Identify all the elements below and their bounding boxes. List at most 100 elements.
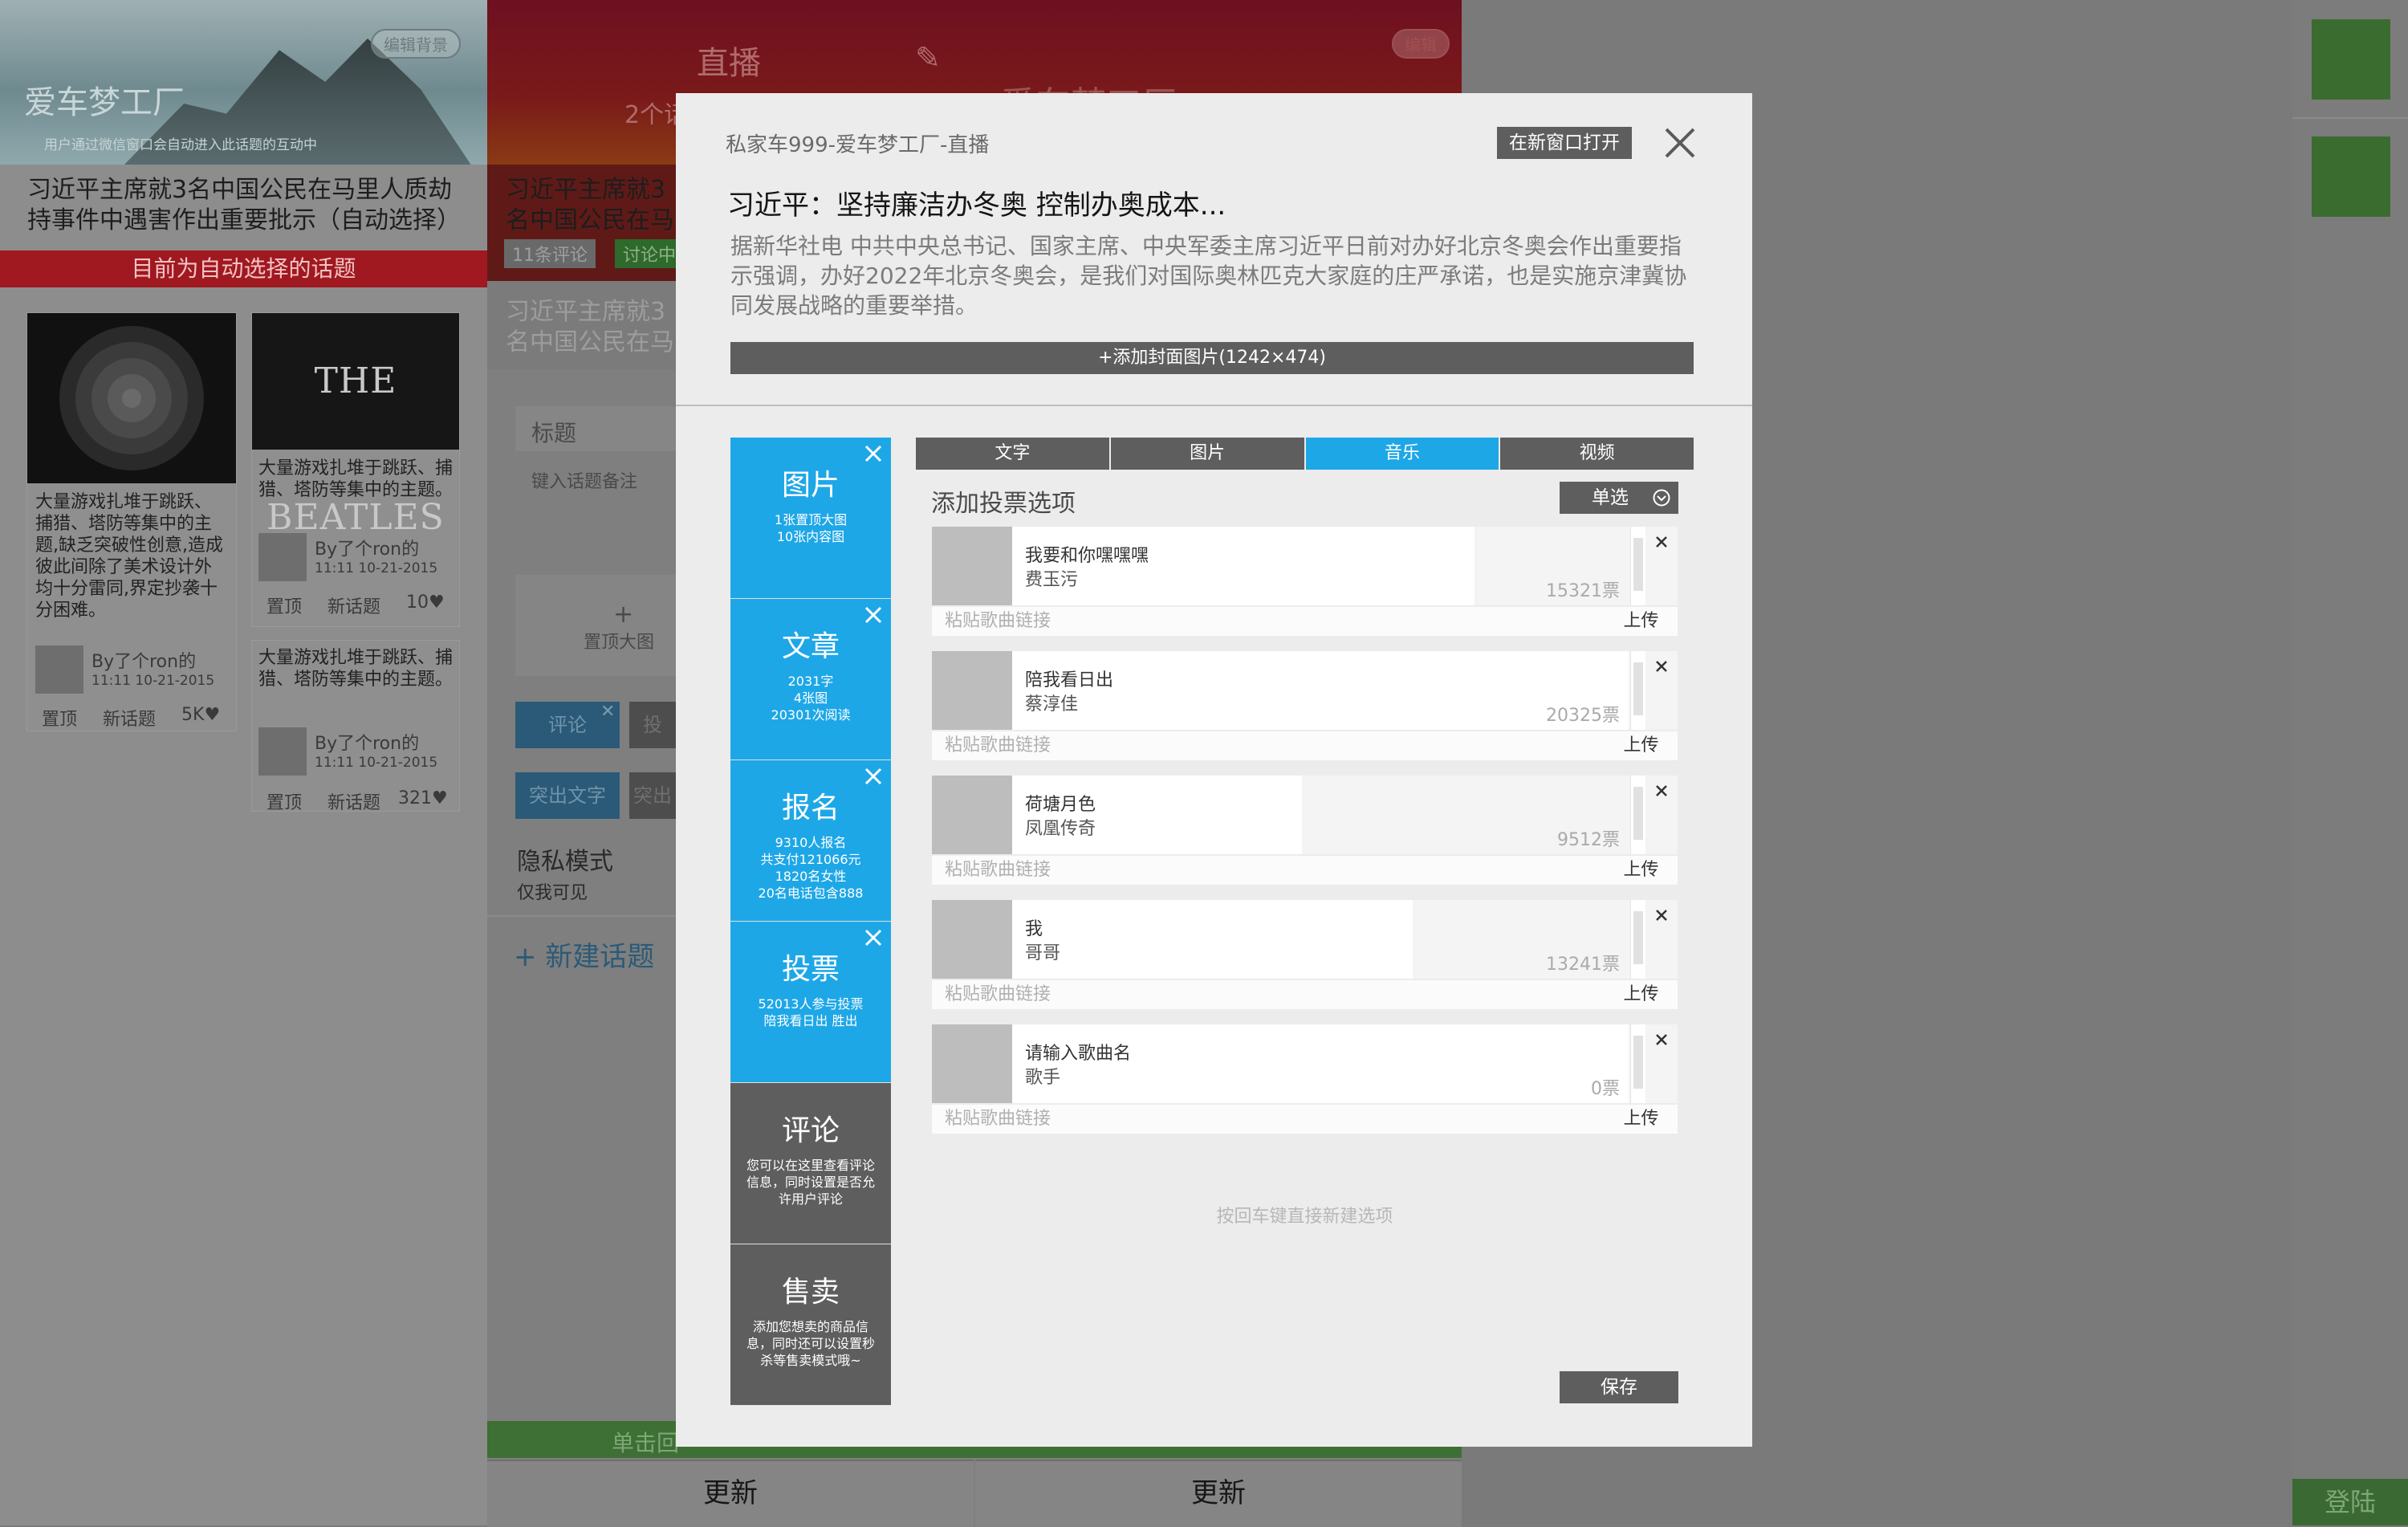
scrollbar-thumb[interactable] bbox=[1633, 1036, 1643, 1089]
scrollbar[interactable] bbox=[1630, 527, 1645, 605]
right-sidebar bbox=[2292, 0, 2408, 1525]
new-topic-button[interactable]: 新话题 bbox=[327, 788, 380, 814]
upload-button[interactable]: 上传 bbox=[1605, 731, 1678, 760]
side-item-vote[interactable]: 投票 52013人参与投票 陪我看日出 胜出 bbox=[730, 922, 891, 1083]
artist-input[interactable]: 哥哥 bbox=[1025, 939, 1060, 964]
song-cover[interactable] bbox=[932, 651, 1012, 730]
artist-input[interactable]: 歌手 bbox=[1025, 1063, 1060, 1089]
song-name-input[interactable]: 荷塘月色 bbox=[1025, 790, 1096, 816]
vote-option[interactable]: 我哥哥 13241票 粘贴歌曲链接 上传 bbox=[932, 900, 1678, 1012]
song-link-input[interactable]: 粘贴歌曲链接 bbox=[932, 607, 1614, 636]
close-icon[interactable]: ✕ bbox=[600, 702, 615, 722]
new-topic-button[interactable]: 新话题 bbox=[103, 705, 156, 731]
song-link-input[interactable]: 粘贴歌曲链接 bbox=[932, 731, 1614, 760]
scrollbar[interactable] bbox=[1630, 651, 1645, 730]
remark-input[interactable]: 键入话题备注 bbox=[531, 467, 637, 493]
add-cover-button[interactable]: +添加封面图片(1242×474) bbox=[730, 342, 1694, 374]
sidebar-block[interactable] bbox=[2312, 136, 2390, 217]
close-icon[interactable] bbox=[1651, 531, 1672, 552]
update-button[interactable]: 更新 bbox=[975, 1460, 1462, 1527]
side-item-images[interactable]: 图片 1张置顶大图 10张内容图 bbox=[730, 438, 891, 599]
side-item-desc: 您可以在这里查看评论信息，同时设置是否允许用户评论 bbox=[746, 1158, 875, 1207]
scrollbar-thumb[interactable] bbox=[1633, 538, 1643, 591]
song-name-input[interactable]: 请输入歌曲名 bbox=[1025, 1039, 1131, 1065]
song-link-input[interactable]: 粘贴歌曲链接 bbox=[932, 856, 1614, 885]
song-cover[interactable] bbox=[932, 776, 1012, 854]
pencil-icon[interactable]: ✎ bbox=[915, 40, 941, 75]
side-item-signup[interactable]: 报名 9310人报名 共支付121066元 1820名女性 20名电话包含888 bbox=[730, 760, 891, 922]
artist-input[interactable]: 费玉污 bbox=[1025, 565, 1078, 591]
close-icon[interactable] bbox=[862, 926, 885, 949]
new-topic-button[interactable]: 新话题 bbox=[327, 592, 380, 618]
article-title: 习近平：坚持廉洁办冬奥 控制办奥成本... bbox=[727, 189, 1226, 222]
pin-button[interactable]: 置顶 bbox=[42, 705, 77, 731]
tab-text[interactable]: 文字 bbox=[916, 438, 1111, 470]
pin-button[interactable]: 置顶 bbox=[266, 788, 302, 814]
song-cover[interactable] bbox=[932, 1024, 1012, 1103]
scrollbar-thumb[interactable] bbox=[1633, 787, 1643, 840]
scrollbar[interactable] bbox=[1630, 1024, 1645, 1103]
side-item-label: 报名 bbox=[781, 792, 840, 825]
upload-button[interactable]: 上传 bbox=[1605, 607, 1678, 636]
upload-button[interactable]: 上传 bbox=[1605, 856, 1678, 885]
pin-image-label: 置顶大图 bbox=[584, 633, 655, 653]
open-new-window-button[interactable]: 在新窗口打开 bbox=[1497, 127, 1632, 159]
close-icon[interactable] bbox=[1651, 1029, 1672, 1050]
edit-background-button[interactable]: 编辑背景 bbox=[371, 29, 461, 59]
tab-images[interactable]: 图片 bbox=[1111, 438, 1306, 470]
scrollbar-thumb[interactable] bbox=[1633, 911, 1643, 964]
vote-option[interactable]: 荷塘月色 凤凰传奇 9512票粘贴歌曲链接 上传 bbox=[932, 776, 1678, 888]
vote-count: 9512票 bbox=[1557, 830, 1620, 850]
close-icon[interactable] bbox=[862, 765, 885, 788]
divider bbox=[2292, 117, 2408, 119]
song-name-input[interactable]: 陪我看日出 bbox=[1025, 666, 1113, 691]
close-icon[interactable] bbox=[1651, 780, 1672, 801]
tab-video[interactable]: 视频 bbox=[1500, 438, 1694, 470]
artist-input[interactable]: 凤凰传奇 bbox=[1025, 814, 1096, 840]
pin-image-box[interactable] bbox=[515, 575, 676, 676]
song-link-input[interactable]: 粘贴歌曲链接 bbox=[932, 1105, 1614, 1134]
side-item-sale[interactable]: 售卖 添加您想卖的商品信息，同时还可以设置秒杀等售卖模式哦~ bbox=[730, 1244, 891, 1406]
topic-title[interactable]: 习近平主席就3名中国公民在马里人质劫持事件中遇害作出重要批示（自动选择） bbox=[27, 175, 465, 236]
auto-select-banner: 目前为自动选择的话题 bbox=[0, 250, 487, 287]
close-icon[interactable] bbox=[1651, 656, 1672, 677]
close-icon[interactable] bbox=[1660, 123, 1700, 163]
highlight-text-button[interactable]: 突出文字 bbox=[515, 772, 620, 819]
avatar bbox=[258, 727, 307, 776]
scrollbar[interactable] bbox=[1630, 776, 1645, 854]
side-item-article[interactable]: 文章 2031字 4张图 20301次阅读 bbox=[730, 599, 891, 760]
vote-option[interactable]: 我要和你嘿嘿嘿 费玉污 15321票 粘贴歌曲链接 上传 bbox=[932, 527, 1678, 639]
side-item-comment[interactable]: 评论 您可以在这里查看评论信息，同时设置是否允许用户评论 bbox=[730, 1083, 891, 1244]
card-author: By了个ron的 bbox=[92, 652, 197, 672]
artist-input[interactable]: 蔡淳佳 bbox=[1025, 690, 1078, 715]
side-item-label: 文章 bbox=[781, 630, 840, 663]
vote-option[interactable]: 陪我看日出 蔡淳佳 20325票 粘贴歌曲链接 上传 bbox=[932, 651, 1678, 764]
close-icon[interactable] bbox=[862, 442, 885, 465]
song-link-input[interactable]: 粘贴歌曲链接 bbox=[932, 980, 1614, 1009]
song-name-input[interactable]: 我 bbox=[1025, 914, 1043, 940]
scrollbar[interactable] bbox=[1630, 900, 1645, 979]
upload-button[interactable]: 上传 bbox=[1605, 1105, 1678, 1134]
song-cover[interactable] bbox=[932, 900, 1012, 979]
save-button[interactable]: 保存 bbox=[1560, 1371, 1678, 1403]
heart-icon: ♥ bbox=[204, 705, 221, 725]
vote-button[interactable]: 投 bbox=[629, 702, 676, 748]
plus-icon: + bbox=[613, 601, 634, 629]
song-cover[interactable] bbox=[932, 527, 1012, 605]
upload-button[interactable]: 上传 bbox=[1605, 980, 1678, 1009]
scrollbar-thumb[interactable] bbox=[1633, 662, 1643, 715]
pin-button[interactable]: 置顶 bbox=[266, 592, 302, 618]
update-button[interactable]: 更新 bbox=[487, 1460, 974, 1527]
edit-button[interactable]: 编辑 bbox=[1392, 29, 1450, 59]
new-topic-link[interactable]: + 新建话题 bbox=[514, 935, 654, 974]
close-icon[interactable] bbox=[862, 604, 885, 626]
vote-mode-select[interactable]: 单选 bbox=[1560, 482, 1678, 514]
vote-mode-label: 单选 bbox=[1592, 487, 1629, 508]
song-name-input[interactable]: 我要和你嘿嘿嘿 bbox=[1025, 541, 1149, 567]
login-button[interactable]: 登陆 bbox=[2292, 1479, 2408, 1525]
close-icon[interactable] bbox=[1651, 905, 1672, 926]
sidebar-block[interactable] bbox=[2312, 19, 2390, 100]
highlight-button[interactable]: 突出 bbox=[629, 772, 676, 819]
tab-music[interactable]: 音乐 bbox=[1305, 438, 1501, 470]
vote-option[interactable]: 请输入歌曲名 歌手 0票 粘贴歌曲链接 上传 bbox=[932, 1024, 1678, 1137]
